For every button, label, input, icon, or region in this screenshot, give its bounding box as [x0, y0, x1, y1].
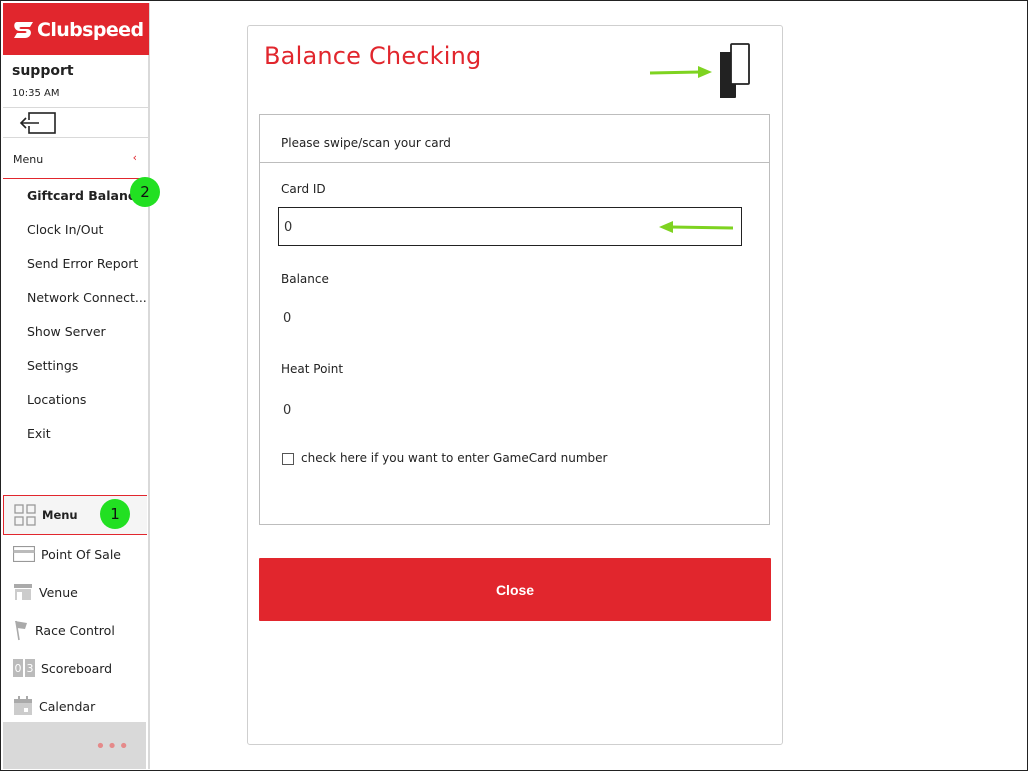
- balance-value: 0: [283, 311, 292, 326]
- flag-icon: [13, 619, 29, 641]
- close-button[interactable]: Close: [259, 558, 771, 621]
- more-options-icon[interactable]: •••: [95, 736, 130, 757]
- current-time: 10:35 AM: [12, 88, 60, 99]
- nav-item-calendar[interactable]: Calendar: [3, 687, 146, 725]
- sidebar: Clubspeed support 10:35 AM Menu ‹ Giftca…: [3, 3, 160, 769]
- annotation-badge-2: 2: [130, 177, 160, 207]
- gamecard-checkbox[interactable]: [282, 453, 294, 465]
- balance-checking-dialog: Balance Checking Please swipe/scan your …: [247, 25, 783, 745]
- annotation-arrow-right-icon: [649, 66, 712, 78]
- logout-arrow-icon: [19, 112, 56, 134]
- divider: [3, 107, 149, 108]
- clubspeed-logo-icon: [14, 22, 33, 38]
- menu-header-label: Menu: [13, 153, 44, 166]
- gamecard-checkbox-label[interactable]: check here if you want to enter GameCard…: [301, 451, 607, 465]
- submenu-item-network-connect[interactable]: Network Connect...: [27, 290, 147, 305]
- svg-text:3: 3: [27, 662, 34, 675]
- nav-item-label: Venue: [39, 584, 78, 600]
- nav-item-venue[interactable]: Venue: [3, 573, 146, 611]
- grid-icon: [14, 504, 36, 526]
- submenu-item-settings[interactable]: Settings: [27, 358, 78, 373]
- nav-item-scoreboard[interactable]: 0 3 Scoreboard: [3, 649, 146, 687]
- submenu-item-exit[interactable]: Exit: [27, 426, 51, 441]
- nav-item-label: Race Control: [35, 622, 115, 638]
- submenu-item-giftcard-balance[interactable]: Giftcard Balance: [27, 188, 144, 203]
- card-id-label: Card ID: [281, 182, 326, 196]
- heat-point-value: 0: [283, 403, 292, 418]
- menu-toggle[interactable]: Menu ‹: [3, 140, 149, 178]
- chevron-left-icon: ‹: [132, 151, 137, 164]
- nav-item-label: Calendar: [39, 698, 96, 714]
- balance-label: Balance: [281, 272, 329, 286]
- heat-point-label: Heat Point: [281, 362, 344, 376]
- submenu-item-locations[interactable]: Locations: [27, 392, 86, 407]
- svg-text:0: 0: [15, 662, 22, 675]
- nav-item-race-control[interactable]: Race Control: [3, 611, 146, 649]
- scan-instruction: Please swipe/scan your card: [281, 136, 451, 150]
- user-name: support: [12, 63, 74, 79]
- submenu-item-clock-in-out[interactable]: Clock In/Out: [27, 222, 103, 237]
- menu-underline: [3, 178, 149, 179]
- card-info-panel: Please swipe/scan your card Card ID 0 Ba…: [259, 114, 770, 525]
- panel-header: Please swipe/scan your card: [260, 115, 769, 163]
- nav-item-point-of-sale[interactable]: Point Of Sale: [3, 535, 146, 573]
- scoreboard-icon: 0 3: [13, 659, 35, 677]
- calendar-icon: [13, 696, 33, 716]
- dialog-title: Balance Checking: [264, 42, 482, 70]
- card-id-value: 0: [284, 220, 293, 235]
- logout-button[interactable]: [19, 111, 59, 135]
- submenu-item-send-error-report[interactable]: Send Error Report: [27, 256, 138, 271]
- annotation-arrow-left-icon: [659, 221, 734, 233]
- store-icon: [13, 583, 33, 601]
- brand-name: Clubspeed: [37, 19, 144, 41]
- credit-card-icon: [13, 546, 35, 562]
- sidebar-footer: •••: [3, 722, 146, 769]
- annotation-badge-1: 1: [100, 499, 130, 529]
- nav-item-label: Point Of Sale: [41, 546, 121, 562]
- nav-item-label: Scoreboard: [41, 660, 113, 676]
- submenu-item-show-server[interactable]: Show Server: [27, 324, 106, 339]
- nav-item-label: Menu: [42, 508, 78, 522]
- divider: [3, 137, 149, 138]
- card-reader-icon: [720, 43, 750, 98]
- brand-header: Clubspeed: [3, 3, 149, 55]
